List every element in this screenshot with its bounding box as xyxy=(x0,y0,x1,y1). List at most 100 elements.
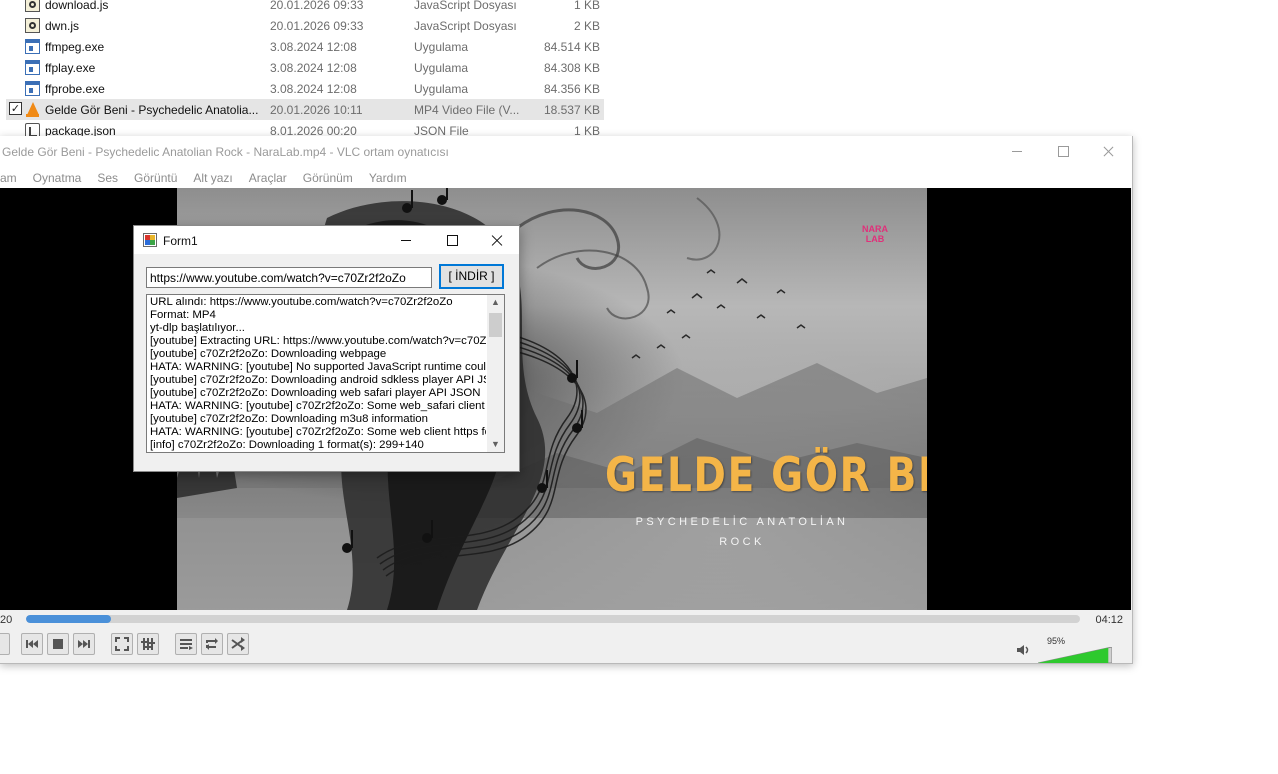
file-explorer-list: download.js 20.01.2026 09:33 JavaScript Do… xyxy=(0,0,610,138)
log-line: URL alındı: https://www.youtube.com/watc… xyxy=(150,296,453,308)
menu-item[interactable]: Yardım xyxy=(361,167,415,188)
menu-item[interactable]: am xyxy=(0,167,25,188)
log-lines: URL alındı: https://www.youtube.com/watc… xyxy=(150,296,486,452)
file-name: download.js xyxy=(45,0,109,12)
file-date: 20.01.2026 09:33 xyxy=(270,19,364,33)
file-row[interactable]: ✓ Gelde Gör Beni - Psychedelic Anatolia..… xyxy=(6,99,604,120)
elapsed-time: 20 xyxy=(0,614,13,626)
log-textbox[interactable]: URL alındı: https://www.youtube.com/watc… xyxy=(146,294,505,453)
file-size: 18.537 KB xyxy=(543,103,600,117)
scroll-down-icon[interactable]: ▼ xyxy=(487,437,504,452)
log-line: [info] c70Zr2f2oZo: Downloading 1 format… xyxy=(150,439,424,451)
stop-button[interactable] xyxy=(47,633,69,655)
file-date: 3.08.2024 12:08 xyxy=(270,40,357,54)
log-line: [youtube] c70Zr2f2oZo: Downloading web s… xyxy=(150,387,481,399)
scroll-up-icon[interactable]: ▲ xyxy=(487,295,504,310)
log-line: yt-dlp başlatılıyor... xyxy=(150,322,245,334)
exe-file-icon xyxy=(25,39,40,54)
exe-file-icon xyxy=(25,81,40,96)
menu-item[interactable]: Ses xyxy=(89,167,126,188)
naralab-logo: NARA LAB xyxy=(857,224,893,244)
url-input[interactable] xyxy=(146,267,432,288)
file-size: 84.356 KB xyxy=(543,82,600,96)
file-type: MP4 Video File (V... xyxy=(414,103,520,117)
playback-controls: 95% xyxy=(0,632,1131,663)
form1-title: Form1 xyxy=(163,234,198,248)
volume-icon[interactable] xyxy=(1016,643,1032,657)
total-time: 04:12 xyxy=(1095,614,1123,626)
exe-file-icon xyxy=(25,60,40,75)
minimize-button[interactable] xyxy=(994,136,1040,167)
file-row[interactable]: ffprobe.exe 3.08.2024 12:08 Uygulama 84.356… xyxy=(6,78,604,99)
log-line: HATA: WARNING: [youtube] c70Zr2f2oZo: So… xyxy=(150,426,486,438)
log-line: [youtube] Extracting URL: https://www.yo… xyxy=(150,335,486,347)
stop-icon xyxy=(53,639,63,649)
form1-close-button[interactable] xyxy=(474,226,520,254)
file-size: 84.514 KB xyxy=(543,40,600,54)
file-date: 3.08.2024 12:08 xyxy=(270,61,357,75)
fullscreen-icon xyxy=(115,637,129,651)
file-row[interactable]: dwn.js 20.01.2026 09:33 JavaScript Dosyası… xyxy=(6,15,604,36)
js-file-icon xyxy=(25,0,40,12)
poster-subtitle-line1: PSYCHEDELİC ANATOLİAN xyxy=(635,516,849,528)
file-row[interactable]: ffmpeg.exe 3.08.2024 12:08 Uygulama 84.514 … xyxy=(6,36,604,57)
close-button[interactable] xyxy=(1085,136,1131,167)
form1-maximize-button[interactable] xyxy=(429,226,475,254)
file-name: Gelde Gör Beni - Psychedelic Anatolia... xyxy=(45,103,259,117)
menu-item[interactable]: Alt yazı xyxy=(185,167,240,188)
download-button[interactable]: [ İNDİR ] xyxy=(439,264,504,289)
logo-top-text: NARA xyxy=(862,224,888,234)
form1-title-bar: Form1 xyxy=(134,226,519,254)
form1-minimize-button[interactable] xyxy=(383,226,429,254)
file-size: 1 KB xyxy=(573,0,600,12)
previous-button[interactable] xyxy=(21,633,43,655)
file-row[interactable]: ffplay.exe 3.08.2024 12:08 Uygulama 84.308 … xyxy=(6,57,604,78)
vlc-file-icon xyxy=(25,102,40,117)
vlc-title-bar: Gelde Gör Beni - Psychedelic Anatolian R… xyxy=(0,136,1132,167)
extended-settings-button[interactable] xyxy=(137,633,159,655)
file-checkbox[interactable]: ✓ xyxy=(9,102,22,115)
file-type: JavaScript Dosyası xyxy=(414,19,517,33)
vlc-menu-bar: am Oynatma Ses Görüntü Alt yazı Araçlar Görünü… xyxy=(0,167,1132,188)
menu-item[interactable]: Görüntü xyxy=(126,167,185,188)
log-line: [youtube] c70Zr2f2oZo: Downloading webpa… xyxy=(150,348,387,360)
fullscreen-button[interactable] xyxy=(111,633,133,655)
play-button[interactable] xyxy=(0,633,10,655)
file-row[interactable]: download.js 20.01.2026 09:33 JavaScript Do… xyxy=(6,0,604,15)
volume-slider[interactable] xyxy=(1038,647,1112,663)
menu-item[interactable]: Oynatma xyxy=(25,167,90,188)
file-size: 84.308 KB xyxy=(543,61,600,75)
file-name: ffplay.exe xyxy=(45,61,96,75)
next-button[interactable] xyxy=(73,633,95,655)
poster-subtitle-line2: ROCK xyxy=(719,536,765,548)
file-name: ffprobe.exe xyxy=(45,82,105,96)
scroll-thumb[interactable] xyxy=(489,313,502,337)
file-type: JavaScript Dosyası xyxy=(414,0,517,12)
log-line: HATA: WARNING: [youtube] No supported Ja… xyxy=(150,361,486,373)
shuffle-button[interactable] xyxy=(227,633,249,655)
menu-item[interactable]: Araçlar xyxy=(241,167,295,188)
file-name: ffmpeg.exe xyxy=(45,40,105,54)
maximize-button[interactable] xyxy=(1040,136,1086,167)
log-line: Format: MP4 xyxy=(150,309,216,321)
loop-icon xyxy=(206,638,218,650)
previous-icon xyxy=(26,640,38,648)
playlist-button[interactable] xyxy=(175,633,197,655)
log-scrollbar[interactable]: ▲ ▼ xyxy=(487,295,504,452)
file-date: 3.08.2024 12:08 xyxy=(270,82,357,96)
log-line: [youtube] c70Zr2f2oZo: Downloading andro… xyxy=(150,374,486,386)
form-app-icon xyxy=(143,233,157,247)
file-date: 20.01.2026 09:33 xyxy=(270,0,364,12)
seek-slider[interactable] xyxy=(26,615,1080,623)
vlc-window-title: Gelde Gör Beni - Psychedelic Anatolian R… xyxy=(2,145,449,159)
equalizer-icon xyxy=(141,638,155,650)
menu-item[interactable]: Görünüm xyxy=(295,167,361,188)
file-type: Uygulama xyxy=(414,82,469,96)
file-type: Uygulama xyxy=(414,40,469,54)
form1-window: Form1 [ İNDİR ] URL alındı: https://www.… xyxy=(133,225,520,472)
js-file-icon xyxy=(25,18,40,33)
seek-progress-fill xyxy=(26,615,112,623)
loop-button[interactable] xyxy=(201,633,223,655)
next-icon xyxy=(78,640,90,648)
seek-bar-row: 20 04:12 xyxy=(0,610,1131,630)
